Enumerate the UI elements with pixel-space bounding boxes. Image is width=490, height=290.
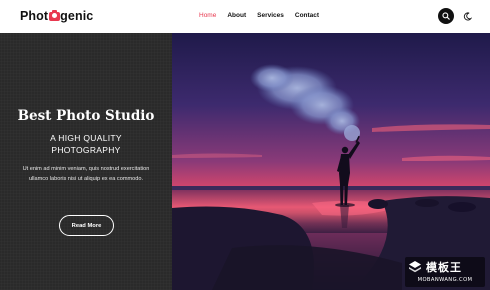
nav-contact[interactable]: Contact: [295, 12, 319, 19]
watermark-top: 模板王: [408, 259, 462, 275]
sunset-smoke-photo: [172, 33, 490, 290]
hero-subtitle-line1: A HIGH QUALITY: [50, 133, 122, 143]
read-more-button[interactable]: Read More: [59, 215, 114, 236]
hero-text-panel: [0, 33, 172, 290]
watermark-url: MOBANWANG.COM: [417, 277, 473, 283]
site-header: Phot genic Home About Services Contact: [0, 0, 490, 33]
hero-subtitle: A HIGH QUALITY PHOTOGRAPHY: [0, 132, 172, 156]
camera-icon: [48, 9, 60, 21]
hero-subtitle-line2: PHOTOGRAPHY: [51, 145, 121, 155]
theme-toggle-button[interactable]: [461, 10, 473, 22]
site-logo[interactable]: Phot genic: [20, 9, 93, 23]
hero-section: Best Photo Studio A HIGH QUALITY PHOTOGR…: [0, 33, 490, 290]
moon-icon: [463, 11, 471, 20]
nav-about[interactable]: About: [227, 12, 246, 19]
logo-text-suffix: genic: [60, 9, 94, 23]
hero-description: Ut enim ad minim veniam, quis nostrud ex…: [22, 166, 150, 182]
watermark-logo-icon: [409, 261, 421, 273]
hero-title: Best Photo Studio: [17, 108, 155, 124]
search-icon: [442, 12, 450, 20]
logo-text-prefix: Phot: [20, 9, 49, 23]
hero-photo: [172, 33, 490, 290]
search-button[interactable]: [438, 8, 454, 24]
watermark: 模板王 MOBANWANG.COM: [405, 257, 485, 287]
main-nav: Home About Services Contact: [199, 12, 330, 19]
nav-services[interactable]: Services: [257, 12, 284, 19]
watermark-text: 模板王: [426, 261, 462, 274]
nav-home[interactable]: Home: [199, 12, 216, 19]
